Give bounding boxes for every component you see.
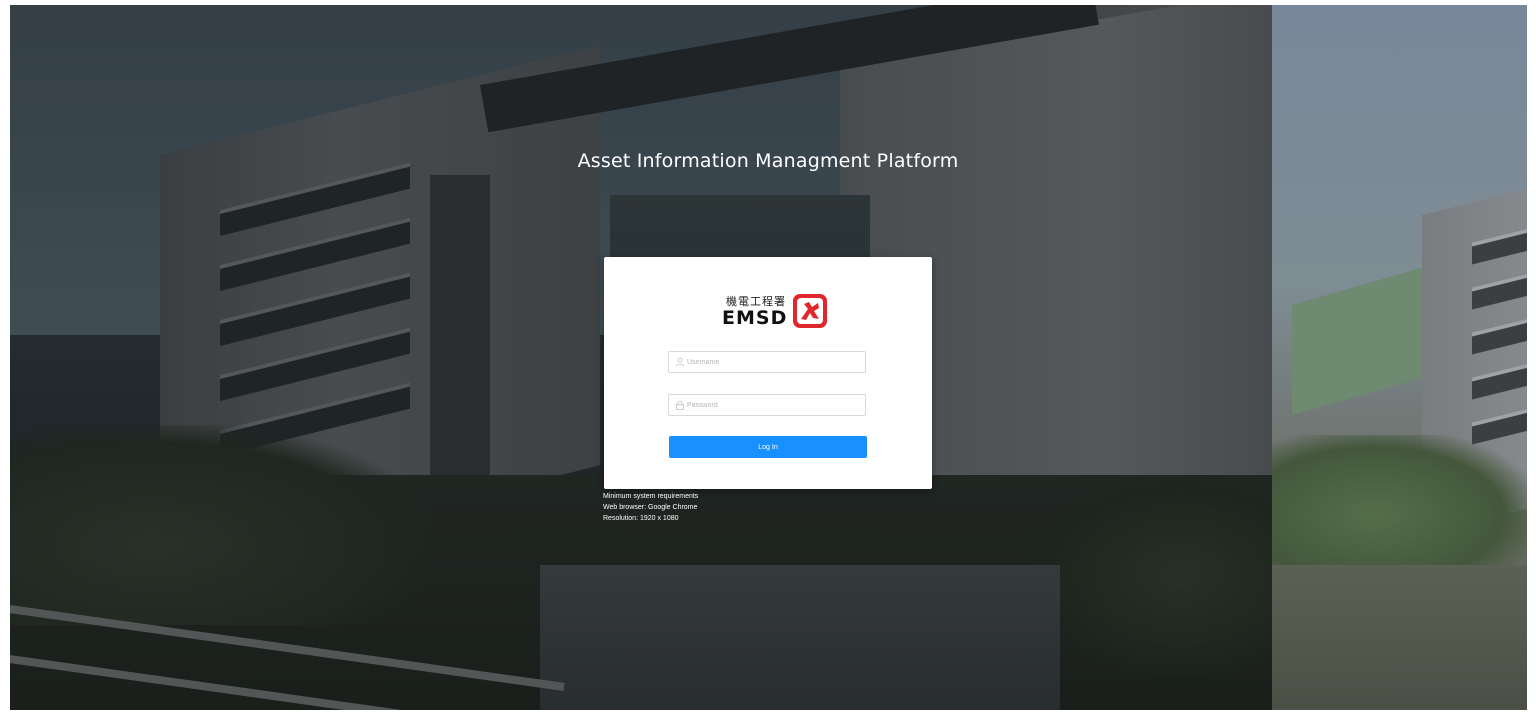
system-requirements: Minimum system requirements Web browser:… xyxy=(603,491,823,524)
password-input[interactable] xyxy=(687,397,861,413)
emsd-mark-icon xyxy=(793,294,827,328)
lock-icon xyxy=(676,400,684,410)
page-title: Asset Information Managment Platform xyxy=(577,150,959,172)
username-input[interactable] xyxy=(687,354,861,370)
login-button[interactable]: Log In xyxy=(669,436,867,458)
login-card: 機電工程署 EMSD Log In xyxy=(604,257,932,489)
password-field xyxy=(668,394,866,416)
user-icon xyxy=(675,357,685,367)
username-field xyxy=(668,351,866,373)
emsd-logo: 機電工程署 EMSD xyxy=(704,291,838,335)
requirements-browser: Web browser: Google Chrome xyxy=(603,504,698,511)
requirements-heading: Minimum system requirements xyxy=(603,493,699,500)
logo-abbreviation: EMSD xyxy=(722,307,788,329)
background-side-panel xyxy=(1272,5,1527,710)
requirements-resolution: Resolution: 1920 x 1080 xyxy=(603,515,679,522)
